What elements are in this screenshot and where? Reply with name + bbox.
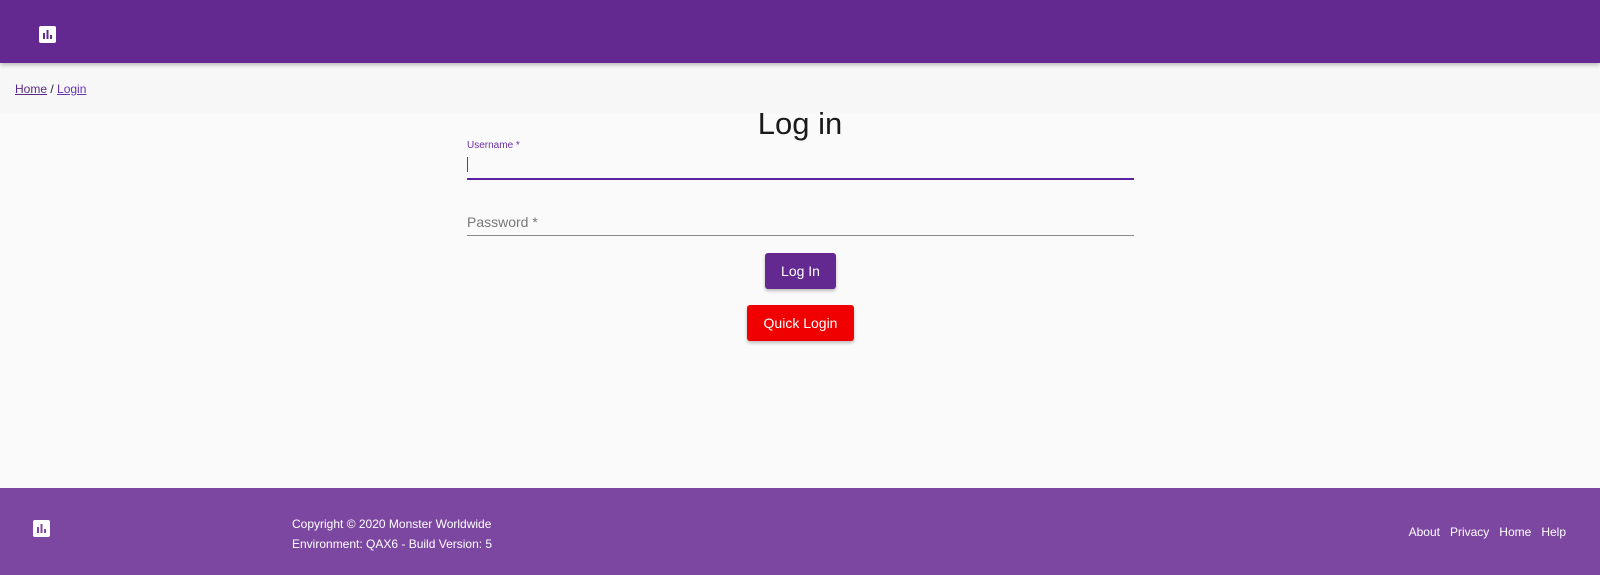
username-field: Username * — [467, 138, 1134, 180]
password-underline — [467, 235, 1134, 236]
footer-link-help[interactable]: Help — [1541, 524, 1566, 540]
username-input[interactable] — [467, 155, 1134, 175]
login-page: Home / Login Log in Username * Password … — [0, 0, 1600, 575]
footer-links: About Privacy Home Help — [1409, 524, 1566, 540]
text-caret — [467, 157, 468, 172]
password-input[interactable] — [467, 210, 1134, 234]
footer-link-home[interactable]: Home — [1499, 524, 1531, 540]
footer-link-privacy[interactable]: Privacy — [1450, 524, 1489, 540]
breadcrumb: Home / Login — [15, 82, 86, 96]
bar-chart-icon — [33, 520, 50, 537]
app-footer — [0, 488, 1600, 575]
breadcrumb-login-link[interactable]: Login — [57, 82, 86, 96]
bar-chart-icon[interactable] — [39, 26, 56, 43]
quick-login-button[interactable]: Quick Login — [747, 305, 854, 341]
footer-copyright: Copyright © 2020 Monster Worldwide — [292, 517, 492, 531]
app-header — [0, 0, 1600, 63]
login-button[interactable]: Log In — [765, 253, 836, 289]
required-marker: * — [513, 140, 520, 151]
breadcrumb-home-link[interactable]: Home — [15, 82, 47, 96]
username-label: Username * — [467, 140, 520, 152]
breadcrumb-separator: / — [47, 82, 58, 96]
footer-link-about[interactable]: About — [1409, 524, 1440, 540]
footer-environment: Environment: QAX6 - Build Version: 5 — [292, 537, 493, 551]
username-label-text: Username — [467, 140, 514, 151]
password-field: Password * — [467, 208, 1134, 238]
username-underline — [467, 178, 1134, 180]
